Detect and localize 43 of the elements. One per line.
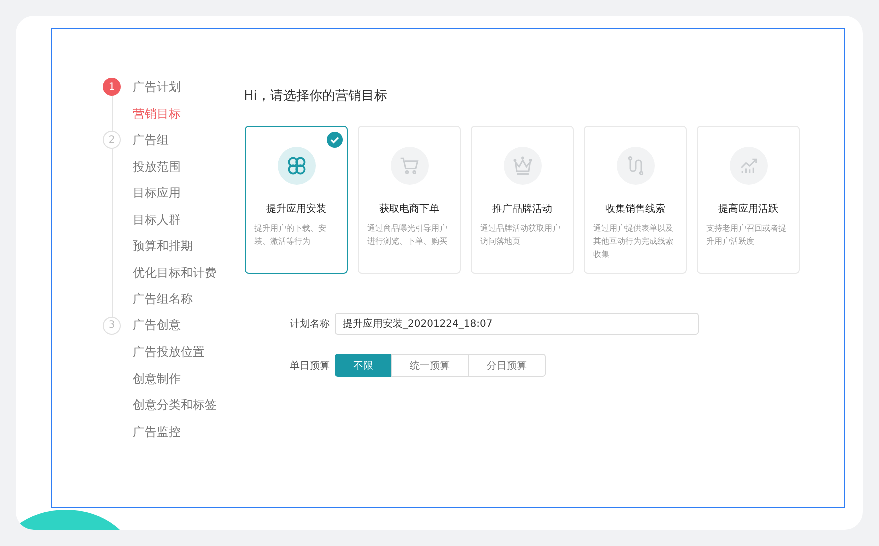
goal-card[interactable]: 收集销售线索 通过用户提供表单以及其他互动行为完成线索收集 — [584, 126, 687, 274]
sidebar-item[interactable]: 优化目标和计费 — [103, 260, 245, 286]
cart-icon — [398, 155, 420, 177]
sidebar-item[interactable]: 目标人群 — [103, 206, 245, 233]
sidebar-item[interactable]: 创意分类和标签 — [103, 392, 245, 418]
sidebar-item[interactable]: 广告组名称 — [103, 286, 245, 312]
goal-card[interactable]: 获取电商下单 通过商品曝光引导用户进行浏览、下单、购买 — [358, 126, 461, 274]
sidebar-item[interactable]: 营销目标 — [103, 100, 245, 127]
goal-card[interactable]: 推广品牌活动 通过品牌活动获取用户访问落地页 — [471, 126, 574, 274]
sidebar-item[interactable]: 预算和排期 — [103, 233, 245, 260]
check-icon — [327, 132, 343, 148]
sidebar-item[interactable]: 目标应用 — [103, 180, 245, 206]
budget-option[interactable]: 统一预算 — [391, 354, 469, 377]
goal-card[interactable]: 提升应用安装 提升用户的下载、安装、激活等行为 — [245, 126, 348, 274]
step-label[interactable]: 广告组 — [133, 132, 169, 149]
step-number: 3 — [103, 316, 121, 335]
budget-option[interactable]: 分日预算 — [468, 354, 546, 377]
goal-description: 通过品牌活动获取用户访问落地页 — [480, 223, 562, 248]
goal-title: 获取电商下单 — [380, 202, 440, 216]
step-label[interactable]: 广告创意 — [133, 317, 181, 334]
goal-card[interactable]: 提高应用活跃 支持老用户召回或者提升用户活跃度 — [697, 126, 800, 274]
plan-name-field[interactable]: 提升应用安装_20201224_18:07 — [335, 313, 699, 335]
step-number: 1 — [103, 78, 121, 96]
page-heading: Hi，请选择你的营销目标 — [244, 88, 388, 106]
budget-option[interactable]: 不限 — [335, 354, 392, 377]
sidebar-item[interactable]: 广告投放位置 — [103, 339, 245, 366]
goal-title: 提高应用活跃 — [718, 202, 778, 216]
goal-title: 收集销售线索 — [606, 202, 666, 216]
sidebar-item[interactable]: 投放范围 — [103, 154, 245, 180]
clover-icon — [286, 155, 308, 177]
field-label: 单日预算 — [290, 360, 331, 372]
goal-description: 通过商品曝光引导用户进行浏览、下单、购买 — [368, 223, 448, 248]
crown-icon — [512, 155, 534, 177]
goal-title: 推广品牌活动 — [492, 202, 552, 216]
field-label: 计划名称 — [290, 318, 331, 331]
goal-description: 通过用户提供表单以及其他互动行为完成线索收集 — [594, 223, 674, 261]
step-number: 2 — [103, 131, 121, 150]
sidebar-item[interactable]: 创意制作 — [103, 366, 245, 392]
goal-description: 提升用户的下载、安装、激活等行为 — [254, 223, 328, 248]
goal-description: 支持老用户召回或者提升用户活跃度 — [706, 223, 788, 248]
goal-title: 提升应用安装 — [266, 202, 326, 216]
sidebar-item[interactable]: 广告监控 — [103, 418, 245, 445]
step-label[interactable]: 广告计划 — [133, 78, 181, 96]
